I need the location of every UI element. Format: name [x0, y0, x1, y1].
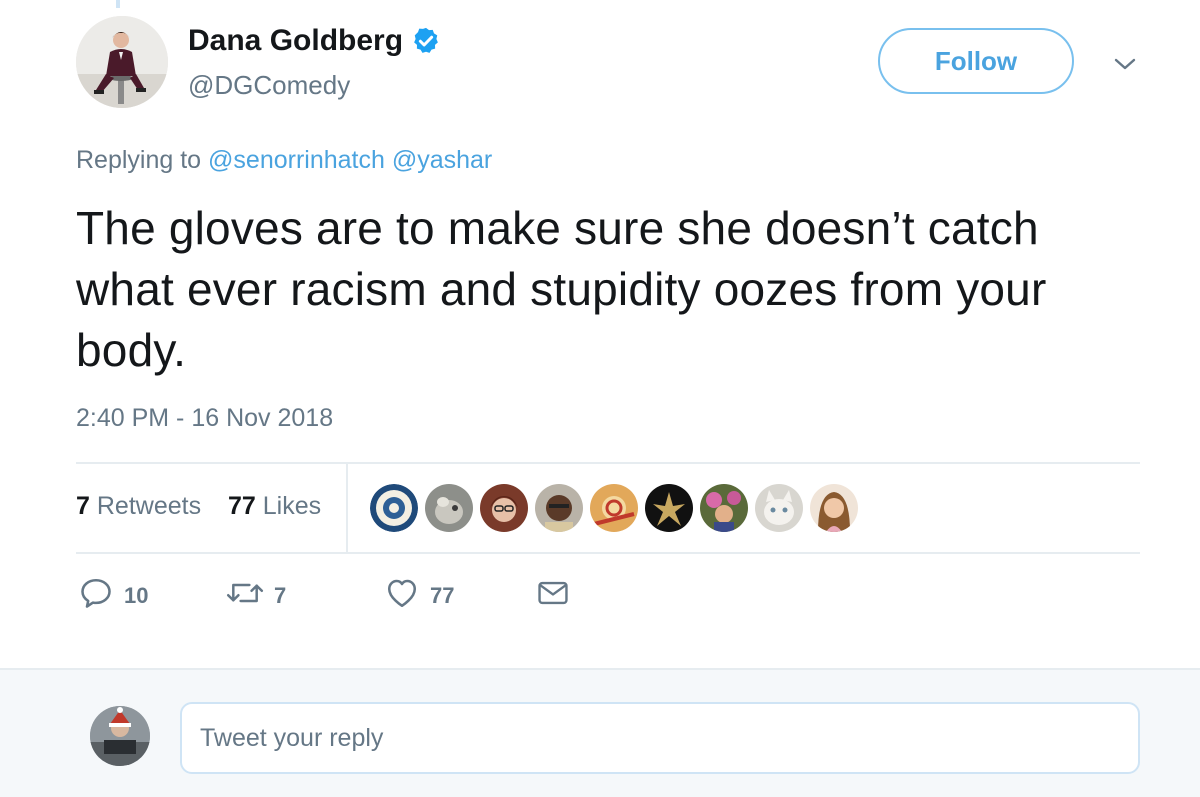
divider [76, 552, 1140, 554]
more-options-caret-icon[interactable] [1110, 52, 1140, 76]
retweet-action[interactable]: 7 [226, 574, 286, 618]
tweet-page: Dana Goldberg @DGComedy Follow Replying … [0, 0, 1200, 797]
tweet-stats: 7 Retweets 77 Likes [76, 464, 1140, 552]
liker-avatar[interactable] [645, 484, 693, 532]
likes-count: 77 [228, 492, 256, 520]
direct-message-action[interactable] [536, 574, 570, 618]
tweet-actions: 10 7 77 [76, 574, 676, 618]
liker-avatar[interactable] [755, 484, 803, 532]
follow-button[interactable]: Follow [878, 28, 1074, 94]
liker-avatar[interactable] [425, 484, 473, 532]
likes-label: Likes [262, 492, 322, 520]
retweets-count: 7 [76, 492, 90, 520]
thread-connector-line [116, 0, 120, 8]
reply-composer: Tweet your reply [0, 668, 1200, 797]
tweet-text: The gloves are to make sure she doesn’t … [76, 202, 1047, 376]
replying-to-mention-2[interactable]: @yashar [392, 146, 492, 174]
author-avatar[interactable] [76, 16, 168, 108]
likers-avatar-list [370, 484, 858, 532]
replying-to-label: Replying to [76, 146, 202, 174]
author-handle[interactable]: @DGComedy [188, 70, 350, 101]
liker-avatar[interactable] [370, 484, 418, 532]
verified-badge-icon [411, 26, 441, 56]
like-count: 77 [430, 583, 455, 608]
stats-separator [346, 464, 348, 552]
tweet-reply-input[interactable]: Tweet your reply [180, 702, 1140, 774]
replying-to-line: Replying to @senorrinhatch @yashar [76, 146, 492, 175]
liker-avatar[interactable] [590, 484, 638, 532]
retweets-stat[interactable]: 7 Retweets [76, 492, 201, 521]
liker-avatar[interactable] [810, 484, 858, 532]
reply-action[interactable]: 10 [78, 574, 148, 618]
replying-to-mention-1[interactable]: @senorrinhatch [208, 146, 385, 174]
author-display-name-row[interactable]: Dana Goldberg [188, 24, 441, 58]
current-user-avatar[interactable] [90, 706, 150, 766]
tweet-header: Dana Goldberg @DGComedy Follow [76, 16, 1166, 112]
envelope-icon [536, 576, 570, 616]
author-display-name[interactable]: Dana Goldberg [188, 24, 403, 58]
liker-avatar[interactable] [480, 484, 528, 532]
liker-avatar[interactable] [535, 484, 583, 532]
tweet-timestamp[interactable]: 2:40 PM - 16 Nov 2018 [76, 404, 333, 433]
heart-icon [384, 575, 420, 617]
retweets-label: Retweets [96, 492, 202, 520]
reply-count: 10 [124, 583, 149, 608]
retweet-count: 7 [274, 583, 287, 608]
reply-icon [78, 575, 114, 617]
retweet-icon [226, 575, 264, 617]
liker-avatar[interactable] [700, 484, 748, 532]
likes-stat[interactable]: 77 Likes [228, 492, 321, 521]
like-action[interactable]: 77 [384, 574, 454, 618]
